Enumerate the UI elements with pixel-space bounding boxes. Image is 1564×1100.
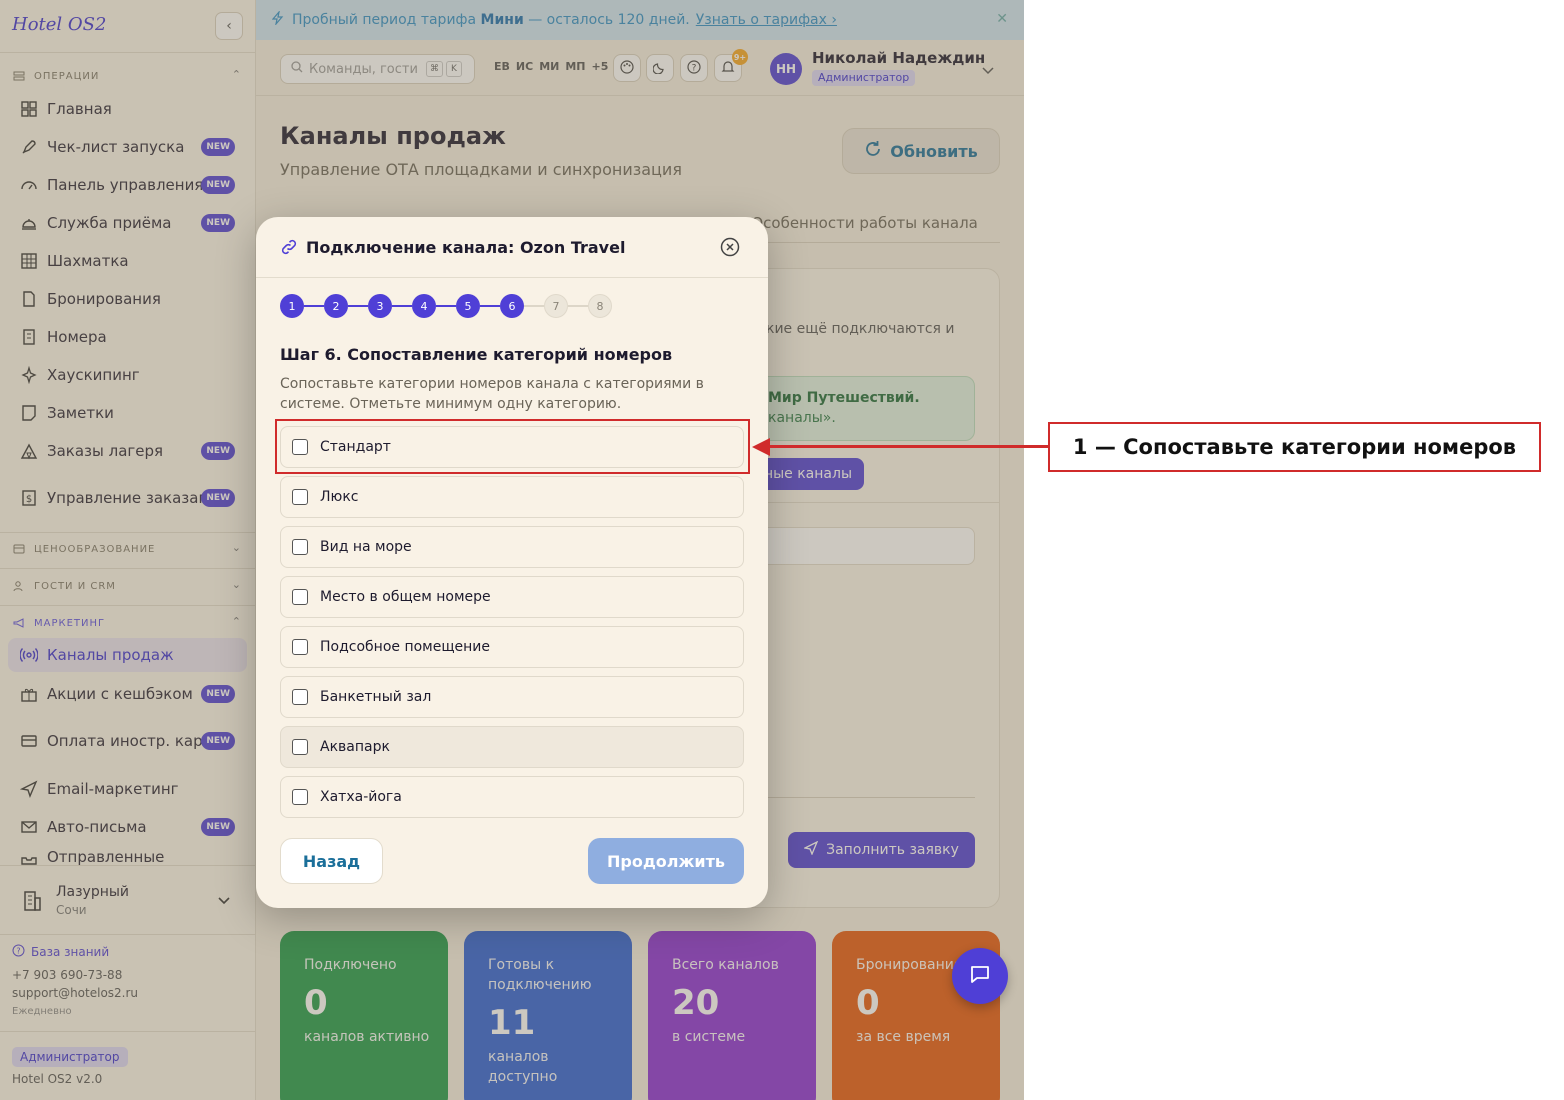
annotation-line (768, 445, 1048, 448)
connect-channel-modal: Подключение канала: Ozon Travel 12345678… (256, 217, 768, 908)
app-window: Hotel OS2 ‹ ОПЕРАЦИИ ⌃ Главная Чек-лист з… (0, 0, 1024, 1100)
chat-button[interactable] (952, 948, 1008, 1004)
category-label: Банкетный зал (320, 689, 432, 705)
category-checkbox[interactable] (292, 639, 308, 655)
step-description: Сопоставьте категории номеров канала с к… (280, 376, 704, 412)
category-option[interactable]: Банкетный зал (280, 676, 744, 718)
step-7: 7 (544, 294, 568, 318)
category-option[interactable]: Место в общем номере (280, 576, 744, 618)
category-checkbox[interactable] (292, 689, 308, 705)
category-option[interactable]: Аквапарк (280, 726, 744, 768)
category-label: Место в общем номере (320, 589, 491, 605)
category-checkbox[interactable] (292, 539, 308, 555)
category-checkbox[interactable] (292, 589, 308, 605)
category-option[interactable]: Хатха-йога (280, 776, 744, 818)
category-checkbox[interactable] (292, 789, 308, 805)
category-label: Вид на море (320, 539, 412, 555)
continue-button[interactable]: Продолжить (588, 838, 744, 884)
category-option[interactable]: Вид на море (280, 526, 744, 568)
annotation-label: 1 — Сопоставьте категории номеров (1048, 422, 1541, 472)
category-option[interactable]: Люкс (280, 476, 744, 518)
step-8: 8 (588, 294, 612, 318)
category-label: Люкс (320, 489, 359, 505)
step-connector (436, 305, 456, 307)
step-connector (304, 305, 324, 307)
step-connector (392, 305, 412, 307)
step-connector (348, 305, 368, 307)
step-3: 3 (368, 294, 392, 318)
step-4: 4 (412, 294, 436, 318)
annotation-highlight (275, 419, 750, 474)
chat-icon (969, 963, 991, 989)
category-label: Подсобное помещение (320, 639, 491, 655)
step-title: Шаг 6. Сопоставление категорий номеров (280, 345, 673, 364)
category-label: Аквапарк (320, 739, 390, 755)
step-connector (568, 305, 588, 307)
close-modal-icon[interactable] (720, 237, 740, 261)
step-1: 1 (280, 294, 304, 318)
modal-title: Подключение канала: Ozon Travel (306, 238, 626, 257)
category-option[interactable]: Подсобное помещение (280, 626, 744, 668)
category-checkbox[interactable] (292, 739, 308, 755)
step-2: 2 (324, 294, 348, 318)
step-connector (480, 305, 500, 307)
category-label: Хатха-йога (320, 789, 402, 805)
step-6: 6 (500, 294, 524, 318)
step-5: 5 (456, 294, 480, 318)
modal-header: Подключение канала: Ozon Travel (256, 217, 768, 278)
step-connector (524, 305, 544, 307)
back-button[interactable]: Назад (280, 838, 383, 884)
step-indicator: 12345678 (280, 294, 612, 318)
annotation-arrow (752, 438, 770, 456)
link-icon (280, 238, 298, 260)
category-checkbox[interactable] (292, 489, 308, 505)
